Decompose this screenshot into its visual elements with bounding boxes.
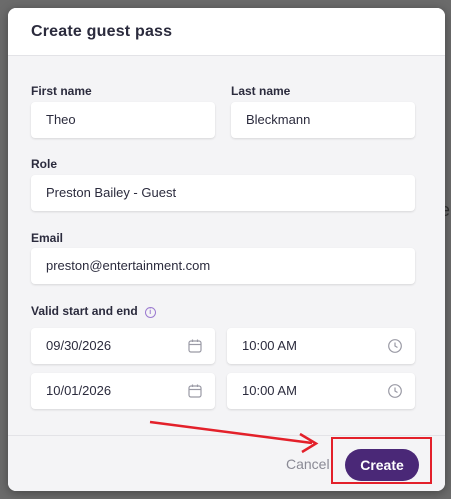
role-label: Role: [31, 157, 58, 171]
start-time-value: 10:00 AM: [242, 338, 297, 353]
calendar-icon[interactable]: [187, 383, 203, 399]
modal-title: Create guest pass: [31, 23, 173, 40]
clock-icon[interactable]: [387, 338, 403, 354]
clock-icon[interactable]: [387, 383, 403, 399]
create-guest-pass-modal: Create guest pass First name Theo Last n…: [8, 8, 445, 491]
info-icon[interactable]: i: [144, 307, 156, 318]
calendar-icon[interactable]: [187, 338, 203, 354]
role-select[interactable]: Preston Bailey - Guest: [31, 175, 415, 211]
start-date-value: 09/30/2026: [46, 338, 112, 353]
modal-header: Create guest pass: [8, 8, 445, 56]
annotation-highlight-box: [331, 437, 432, 484]
first-name-label: First name: [31, 84, 92, 98]
last-name-label: Last name: [231, 84, 291, 98]
cancel-button[interactable]: Cancel: [286, 456, 330, 472]
end-time-value: 10:00 AM: [242, 383, 297, 398]
email-input[interactable]: preston@entertainment.com: [31, 248, 415, 284]
start-time-input[interactable]: 10:00 AM: [227, 328, 415, 364]
email-label: Email: [31, 231, 64, 245]
start-date-input[interactable]: 09/30/2026: [31, 328, 215, 364]
last-name-input[interactable]: Bleckmann: [231, 102, 415, 138]
valid-label-text: Valid start and end: [31, 304, 138, 318]
end-date-input[interactable]: 10/01/2026: [31, 373, 215, 409]
end-date-value: 10/01/2026: [46, 383, 112, 398]
end-time-input[interactable]: 10:00 AM: [227, 373, 415, 409]
first-name-input[interactable]: Theo: [31, 102, 215, 138]
valid-start-end-label: Valid start and end i: [31, 304, 156, 318]
